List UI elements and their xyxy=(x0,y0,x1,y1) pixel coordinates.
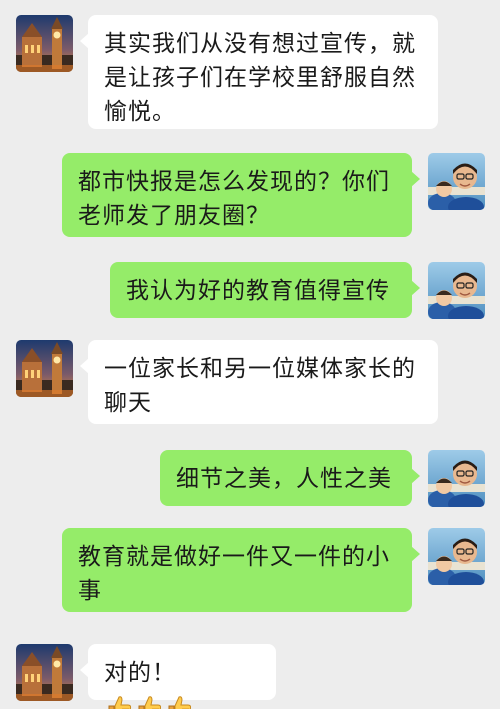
message-bubble[interactable]: 都市快报是怎么发现的？你们老师发了朋友圈？ xyxy=(62,153,420,237)
user-avatar[interactable] xyxy=(428,450,485,507)
message-text: 对的！ xyxy=(104,660,176,686)
thumbs-up-icon xyxy=(136,694,162,709)
user-avatar[interactable] xyxy=(428,262,485,319)
message-bubble[interactable]: 一位家长和另一位媒体家长的聊天 xyxy=(80,340,438,424)
chat-view: 其实我们从没有想过宣传，就是让孩子们在学校里舒服自然愉悦。 都市快报是怎么发现的… xyxy=(0,0,500,709)
emoji-group xyxy=(106,694,192,709)
message-bubble[interactable]: 其实我们从没有想过宣传，就是让孩子们在学校里舒服自然愉悦。 xyxy=(80,15,438,129)
thumbs-up-icon xyxy=(106,694,132,709)
message-bubble[interactable]: 细节之美，人性之美 xyxy=(160,450,420,506)
message-bubble[interactable]: 教育就是做好一件又一件的小事 xyxy=(62,528,420,612)
message-bubble[interactable]: 对的！ xyxy=(80,644,276,700)
thumbs-up-icon xyxy=(166,694,192,709)
contact-avatar[interactable] xyxy=(16,340,73,397)
user-avatar[interactable] xyxy=(428,153,485,210)
contact-avatar[interactable] xyxy=(16,15,73,72)
message-bubble[interactable]: 我认为好的教育值得宣传 xyxy=(110,262,420,318)
contact-avatar[interactable] xyxy=(16,644,73,701)
user-avatar[interactable] xyxy=(428,528,485,585)
